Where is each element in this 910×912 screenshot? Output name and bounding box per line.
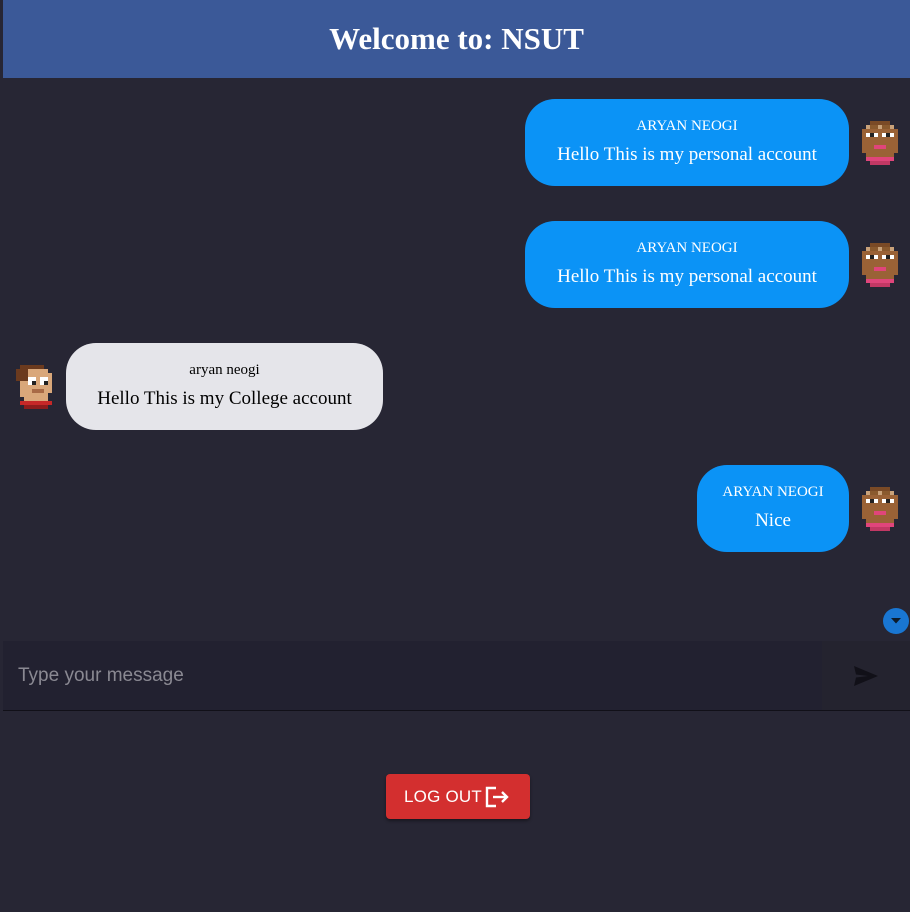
chat-message-sent: ARYAN NEOGI Hello This is my personal ac…: [525, 99, 906, 186]
logout-icon: [485, 786, 509, 807]
chat-area: ARYAN NEOGI Hello This is my personal ac…: [0, 78, 910, 641]
message-bubble: aryan neogi Hello This is my College acc…: [66, 343, 383, 430]
message-sender: ARYAN NEOGI: [636, 117, 738, 134]
message-text: Hello This is my College account: [97, 387, 352, 409]
avatar-icon: [862, 242, 898, 287]
chevron-down-icon: [891, 618, 901, 624]
message-composer: [3, 641, 910, 711]
avatar-icon: [862, 120, 898, 165]
send-icon: [854, 665, 878, 686]
message-text: Hello This is my personal account: [557, 265, 817, 287]
message-text: Nice: [755, 509, 791, 531]
message-text: Hello This is my personal account: [557, 143, 817, 165]
message-sender: aryan neogi: [189, 361, 260, 378]
app-header: Welcome to: NSUT: [3, 0, 910, 78]
message-sender: ARYAN NEOGI: [636, 239, 738, 256]
logout-button[interactable]: LOG OUT: [386, 774, 530, 819]
chat-message-sent: ARYAN NEOGI Nice: [697, 465, 906, 552]
message-bubble: ARYAN NEOGI Hello This is my personal ac…: [525, 221, 849, 308]
send-button[interactable]: [822, 641, 910, 710]
message-bubble: ARYAN NEOGI Nice: [697, 465, 849, 552]
message-bubble: ARYAN NEOGI Hello This is my personal ac…: [525, 99, 849, 186]
message-sender: ARYAN NEOGI: [722, 483, 824, 500]
chat-message-sent: ARYAN NEOGI Hello This is my personal ac…: [525, 221, 906, 308]
avatar-icon: [16, 364, 52, 409]
logout-label: LOG OUT: [404, 786, 482, 806]
scroll-to-bottom-button[interactable]: [883, 608, 909, 634]
page-title: Welcome to: NSUT: [329, 21, 584, 56]
avatar-icon: [862, 486, 898, 531]
message-input[interactable]: [3, 641, 822, 710]
chat-message-received: aryan neogi Hello This is my College acc…: [8, 343, 383, 430]
